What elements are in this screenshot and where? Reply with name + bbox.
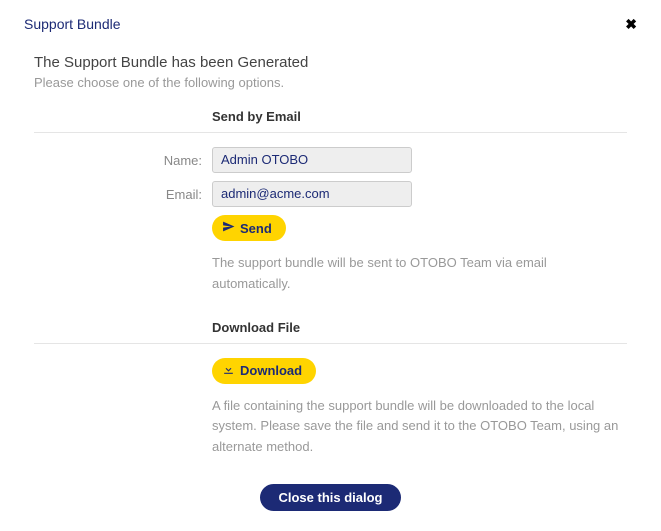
email-section: Send by Email Name: Admin OTOBO Email: a… <box>34 108 627 295</box>
download-row: Download <box>34 358 627 384</box>
dialog-header: Support Bundle ✖ <box>24 16 637 32</box>
download-icon <box>222 363 235 379</box>
email-field[interactable]: admin@acme.com <box>212 181 412 207</box>
dialog-title: Support Bundle <box>24 16 121 32</box>
download-section-header: Download File <box>34 319 627 344</box>
email-help-text: The support bundle will be sent to OTOBO… <box>212 253 627 295</box>
download-help-text: A file containing the support bundle wil… <box>212 396 627 458</box>
download-help-row: A file containing the support bundle wil… <box>34 396 627 458</box>
dialog-footer: Close this dialog <box>34 484 627 511</box>
email-help-row: The support bundle will be sent to OTOBO… <box>34 253 627 295</box>
name-label: Name: <box>34 153 212 168</box>
email-label: Email: <box>34 187 212 202</box>
send-button[interactable]: Send <box>212 215 286 241</box>
name-field[interactable]: Admin OTOBO <box>212 147 412 173</box>
download-section-title: Download File <box>212 320 300 335</box>
download-button[interactable]: Download <box>212 358 316 384</box>
main-heading: The Support Bundle has been Generated <box>34 54 627 71</box>
name-row: Name: Admin OTOBO <box>34 147 627 173</box>
dialog-content: The Support Bundle has been Generated Pl… <box>24 54 637 511</box>
paper-plane-icon <box>222 220 235 236</box>
close-icon[interactable]: ✖ <box>625 17 637 31</box>
email-row: Email: admin@acme.com <box>34 181 627 207</box>
sub-text: Please choose one of the following optio… <box>34 75 627 90</box>
send-button-label: Send <box>240 221 272 236</box>
download-button-label: Download <box>240 363 302 378</box>
support-bundle-dialog: Support Bundle ✖ The Support Bundle has … <box>0 0 661 531</box>
send-row: Send <box>34 215 627 241</box>
close-dialog-button[interactable]: Close this dialog <box>260 484 400 511</box>
download-section: Download File Download A file containing… <box>34 319 627 458</box>
email-section-title: Send by Email <box>212 109 301 124</box>
email-section-header: Send by Email <box>34 108 627 133</box>
